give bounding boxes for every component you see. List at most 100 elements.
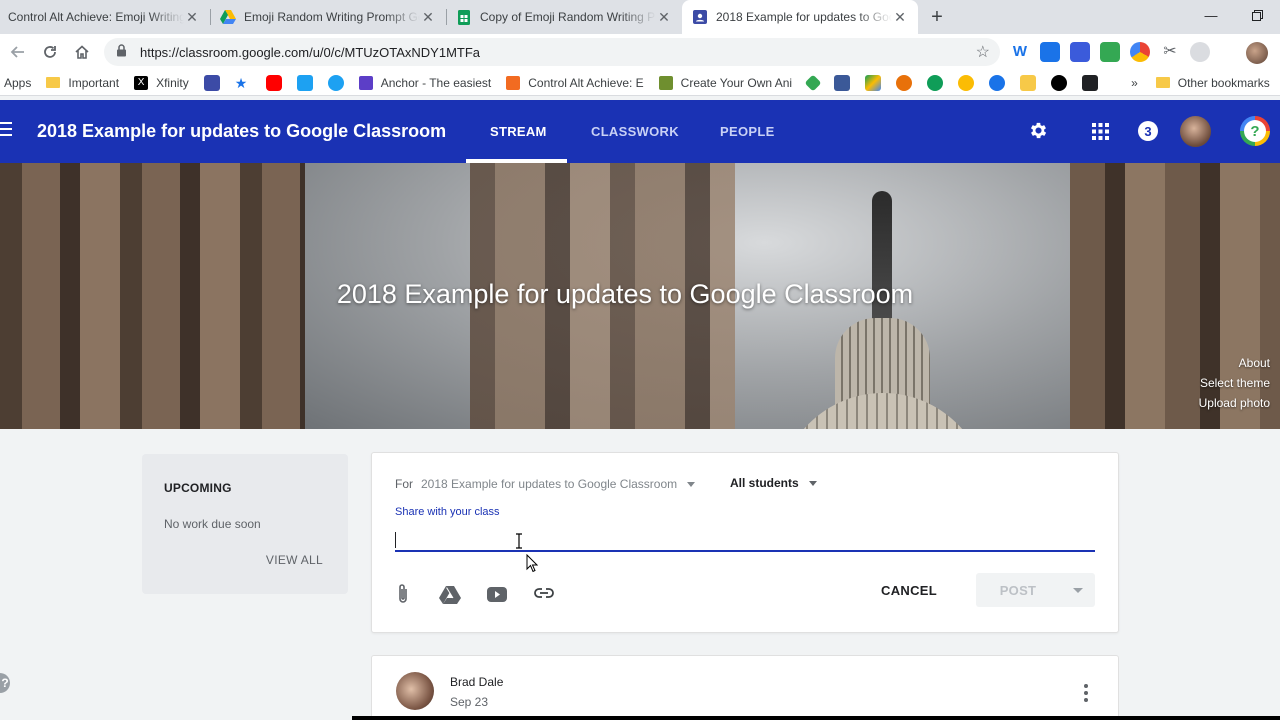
browser-profile-avatar[interactable] — [1246, 42, 1268, 64]
browser-tab[interactable]: Control Alt Achieve: Emoji Writing ✕ — [0, 0, 210, 34]
text-cursor-icon — [515, 533, 523, 554]
browser-tab[interactable]: Emoji Random Writing Prompt Generator ✕ — [210, 0, 446, 34]
tab-people[interactable]: PEOPLE — [720, 124, 775, 139]
youtube-bookmark-icon[interactable] — [265, 74, 282, 91]
address-bar[interactable]: https://classroom.google.com/u/0/c/MTUzO… — [104, 38, 1000, 66]
gear-bookmark-icon[interactable] — [927, 74, 944, 91]
share-with-class-input[interactable] — [395, 529, 1095, 552]
tweetdeck-bookmark-icon[interactable] — [296, 74, 313, 91]
facebook-bookmark-icon[interactable] — [834, 74, 851, 91]
tab-classwork[interactable]: CLASSWORK — [591, 124, 679, 139]
lock-icon — [116, 44, 130, 60]
bookmark-label: Anchor - The easiest — [380, 75, 492, 90]
bars-bookmark-icon[interactable] — [1020, 74, 1037, 91]
bookmark-star-icon[interactable]: ☆ — [976, 42, 990, 62]
settings-gear-icon[interactable] — [1028, 120, 1049, 146]
google-sheets-icon — [456, 9, 472, 25]
cancel-button[interactable]: CANCEL — [881, 583, 937, 598]
announcement-composer: For 2018 Example for updates to Google C… — [371, 452, 1119, 633]
stream-content: UPCOMING No work due soon VIEW ALL For 2… — [0, 429, 1280, 720]
extensions-area: W ✂ — [1010, 42, 1210, 62]
calendar-extension-icon[interactable] — [1070, 42, 1090, 62]
bookmark-folder-other[interactable]: Other bookmarks — [1155, 75, 1270, 90]
class-select[interactable]: 2018 Example for updates to Google Class… — [421, 477, 696, 491]
bookmark-control-alt-achieve[interactable]: Control Alt Achieve: E — [506, 75, 644, 90]
audience-select[interactable]: All students — [730, 476, 817, 490]
bookmark-create-your-own[interactable]: Create Your Own Ani — [658, 75, 793, 90]
color-extension-icon[interactable] — [1130, 42, 1150, 62]
class-title[interactable]: 2018 Example for updates to Google Class… — [37, 121, 446, 142]
google-drive-icon[interactable] — [439, 586, 461, 609]
bookmark-label: Apps — [4, 75, 32, 90]
browser-tab-title: 2018 Example for updates to Google Class… — [716, 10, 892, 24]
select-theme-link[interactable]: Select theme — [1200, 376, 1270, 390]
close-tab-icon[interactable]: ✕ — [184, 9, 200, 26]
bookmark-xfinity[interactable]: X Xfinity — [134, 75, 189, 90]
post-button[interactable]: POST — [976, 583, 1060, 598]
x-bookmark-icon[interactable] — [1082, 74, 1099, 91]
home-icon[interactable] — [66, 36, 98, 68]
close-tab-icon[interactable]: ✕ — [420, 9, 436, 26]
screencast-extension-icon[interactable] — [1190, 42, 1210, 62]
more-bookmarks-chevron[interactable]: » — [1131, 76, 1138, 90]
browser-tab[interactable]: Copy of Emoji Random Writing Prompts ✕ — [446, 0, 682, 34]
view-all-button[interactable]: VIEW ALL — [266, 553, 323, 567]
back-arrow-icon[interactable] — [2, 36, 34, 68]
bookmark-anchor[interactable]: Anchor - The easiest — [358, 75, 492, 90]
orange-bookmark-icon[interactable] — [896, 74, 913, 91]
browser-tab-title: Control Alt Achieve: Emoji Writing — [8, 10, 184, 24]
new-tab-icon[interactable]: + — [922, 0, 952, 34]
classroom-header: 2018 Example for updates to Google Class… — [0, 100, 1280, 163]
post-options-dropdown[interactable] — [1060, 573, 1095, 607]
window-controls: — — [1188, 0, 1280, 34]
annotate-extension-icon[interactable] — [1040, 42, 1060, 62]
help-icon[interactable]: ? — [1240, 116, 1270, 146]
browser-tab-title: Copy of Emoji Random Writing Prompts — [480, 10, 656, 24]
mouse-pointer-icon — [526, 553, 539, 578]
blue-circle-bookmark-icon[interactable] — [989, 74, 1006, 91]
bookmark-apps[interactable]: Apps — [4, 76, 31, 90]
upload-photo-link[interactable]: Upload photo — [1199, 396, 1270, 410]
bottom-edge-bar — [352, 716, 1280, 720]
close-tab-icon[interactable]: ✕ — [656, 9, 672, 26]
share-field-label: Share with your class — [395, 506, 500, 518]
audience-select-value: All students — [730, 476, 799, 490]
notification-count-badge[interactable]: 3 — [1138, 121, 1158, 141]
google-drive-icon — [220, 9, 236, 25]
browser-toolbar: https://classroom.google.com/u/0/c/MTUzO… — [0, 34, 1280, 70]
feedly-bookmark-icon[interactable] — [804, 74, 822, 91]
folder-icon — [46, 77, 61, 88]
account-avatar[interactable] — [1180, 116, 1211, 147]
link-icon[interactable] — [534, 586, 554, 605]
scissors-extension-icon[interactable]: ✂ — [1160, 42, 1180, 62]
star-bookmark-icon[interactable]: ★ — [235, 75, 251, 91]
forms-bookmark-icon[interactable] — [203, 74, 220, 91]
post-author-name: Brad Dale — [450, 675, 504, 689]
hamburger-menu-icon[interactable] — [0, 122, 12, 138]
minimize-icon[interactable]: — — [1188, 0, 1234, 30]
chevron-down-icon — [1072, 587, 1083, 593]
youtube-icon[interactable] — [487, 587, 507, 607]
word-extension-icon[interactable]: W — [1010, 42, 1030, 62]
text-caret — [395, 532, 396, 548]
apps-grid-icon[interactable] — [1092, 123, 1109, 145]
twitter-bookmark-icon[interactable] — [327, 74, 344, 91]
bookmark-label: Other bookmarks — [1177, 75, 1270, 90]
drive-bookmark-icon[interactable] — [865, 74, 882, 91]
play-bookmark-icon[interactable] — [1051, 74, 1068, 91]
about-link[interactable]: About — [1239, 356, 1270, 370]
more-options-icon[interactable] — [1084, 684, 1088, 705]
restore-icon[interactable] — [1234, 0, 1280, 30]
note-extension-icon[interactable] — [1100, 42, 1120, 62]
browser-tab-active[interactable]: 2018 Example for updates to Google Class… — [682, 0, 918, 34]
attachment-paperclip-icon[interactable] — [396, 583, 410, 610]
blogger-icon — [506, 75, 521, 90]
reload-icon[interactable] — [34, 36, 66, 68]
bookmark-folder-important[interactable]: Important — [46, 76, 119, 90]
tab-stream[interactable]: STREAM — [490, 124, 547, 139]
close-tab-icon[interactable]: ✕ — [892, 9, 908, 26]
animation-site-icon — [658, 75, 673, 90]
bookmark-label: Create Your Own Ani — [680, 75, 793, 90]
dropdown-caret-icon — [687, 482, 696, 488]
emoji-bookmark-icon[interactable] — [958, 74, 975, 91]
